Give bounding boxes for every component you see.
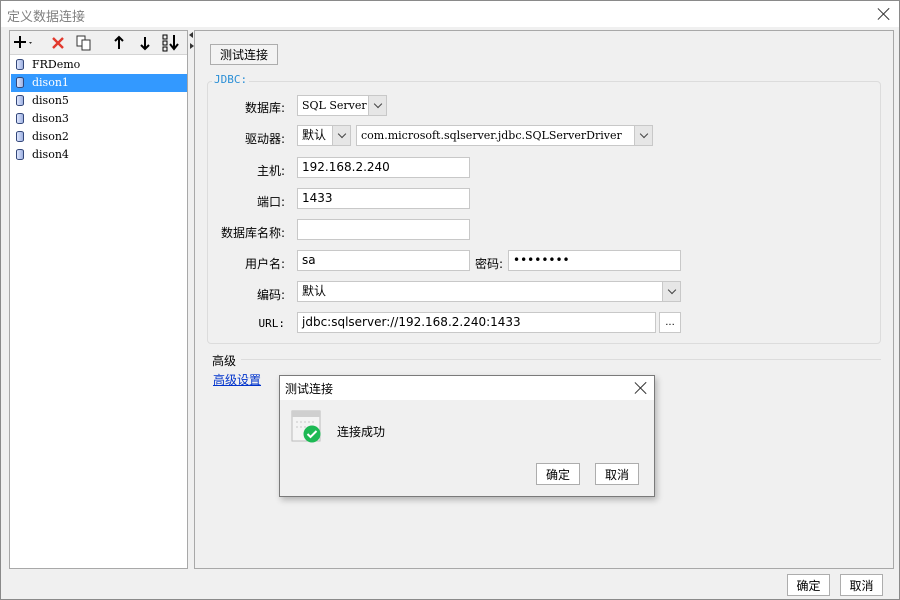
- username-label: 用户名:: [244, 257, 285, 271]
- connection-success-icon: [291, 410, 323, 444]
- window-title: 定义数据连接: [7, 10, 86, 25]
- chevron-down-icon[interactable]: [634, 126, 652, 145]
- dialog-cancel-button[interactable]: 取消: [595, 463, 639, 485]
- database-label: 数据库:: [244, 101, 285, 115]
- encoding-label: 编码:: [256, 288, 285, 302]
- jdbc-group: [207, 81, 881, 344]
- chevron-down-icon[interactable]: [662, 282, 680, 301]
- connection-item[interactable]: FRDemo: [11, 56, 187, 74]
- username-input[interactable]: sa: [297, 250, 470, 271]
- driver-mode-select[interactable]: 默认: [297, 125, 351, 146]
- driver-class-select[interactable]: com.microsoft.sqlserver.jdbc.SQLServerDr…: [356, 125, 653, 146]
- add-icon[interactable]: [13, 33, 35, 53]
- move-up-icon[interactable]: [108, 33, 130, 53]
- database-icon: [16, 95, 24, 106]
- connection-item[interactable]: dison3: [11, 110, 187, 128]
- define-data-connection-window: 定义数据连接 FRDemo dison1 dison5 dison3 dison…: [0, 0, 900, 600]
- collapse-left-icon[interactable]: [189, 32, 193, 38]
- connection-toolbar: [10, 31, 187, 55]
- connection-item[interactable]: dison4: [11, 146, 187, 164]
- test-connection-button[interactable]: 测试连接: [210, 44, 278, 65]
- copy-icon[interactable]: [73, 33, 95, 53]
- encoding-select[interactable]: 默认: [297, 281, 681, 302]
- port-input[interactable]: 1433: [297, 188, 470, 209]
- connection-item[interactable]: dison2: [11, 128, 187, 146]
- test-connection-dialog: 测试连接 连接成功 确定 取消: [279, 375, 655, 497]
- database-icon: [16, 113, 24, 124]
- database-icon: [16, 59, 24, 70]
- jdbc-legend: JDBC:: [212, 73, 250, 86]
- ok-button[interactable]: 确定: [787, 574, 830, 596]
- window-titlebar: 定义数据连接: [1, 1, 899, 27]
- advanced-section-title: 高级: [212, 354, 237, 368]
- delete-icon[interactable]: [47, 33, 69, 53]
- close-icon[interactable]: [634, 381, 648, 395]
- host-input[interactable]: 192.168.2.240: [297, 157, 470, 178]
- database-icon: [16, 77, 24, 88]
- password-input[interactable]: ••••••••: [508, 250, 681, 271]
- url-label: URL:: [258, 317, 286, 330]
- dbname-input[interactable]: [297, 219, 470, 240]
- url-input[interactable]: jdbc:sqlserver://192.168.2.240:1433: [297, 312, 656, 333]
- chevron-down-icon[interactable]: [368, 96, 386, 115]
- port-label: 端口:: [256, 195, 285, 209]
- database-icon: [16, 149, 24, 160]
- connection-item-selected[interactable]: dison1: [11, 74, 187, 92]
- dialog-ok-button[interactable]: 确定: [536, 463, 580, 485]
- move-down-icon[interactable]: [134, 33, 156, 53]
- chevron-down-icon[interactable]: [332, 126, 350, 145]
- database-icon: [16, 131, 24, 142]
- password-label: 密码:: [474, 257, 503, 271]
- host-label: 主机:: [256, 164, 285, 178]
- connection-list-panel: FRDemo dison1 dison5 dison3 dison2 dison…: [9, 30, 188, 569]
- dialog-message: 连接成功: [337, 425, 386, 439]
- driver-label: 驱动器:: [244, 132, 285, 146]
- dbname-label: 数据库名称:: [220, 226, 285, 240]
- cancel-button[interactable]: 取消: [840, 574, 883, 596]
- url-browse-button[interactable]: ...: [659, 312, 681, 333]
- connection-item[interactable]: dison5: [11, 92, 187, 110]
- database-select[interactable]: SQL Server: [297, 95, 387, 116]
- advanced-settings-link[interactable]: 高级设置: [213, 371, 261, 388]
- dialog-titlebar: 测试连接: [280, 376, 654, 400]
- sort-icon[interactable]: [160, 33, 182, 53]
- advanced-divider: [241, 359, 881, 360]
- dialog-title: 测试连接: [285, 382, 334, 396]
- close-icon[interactable]: [877, 7, 891, 21]
